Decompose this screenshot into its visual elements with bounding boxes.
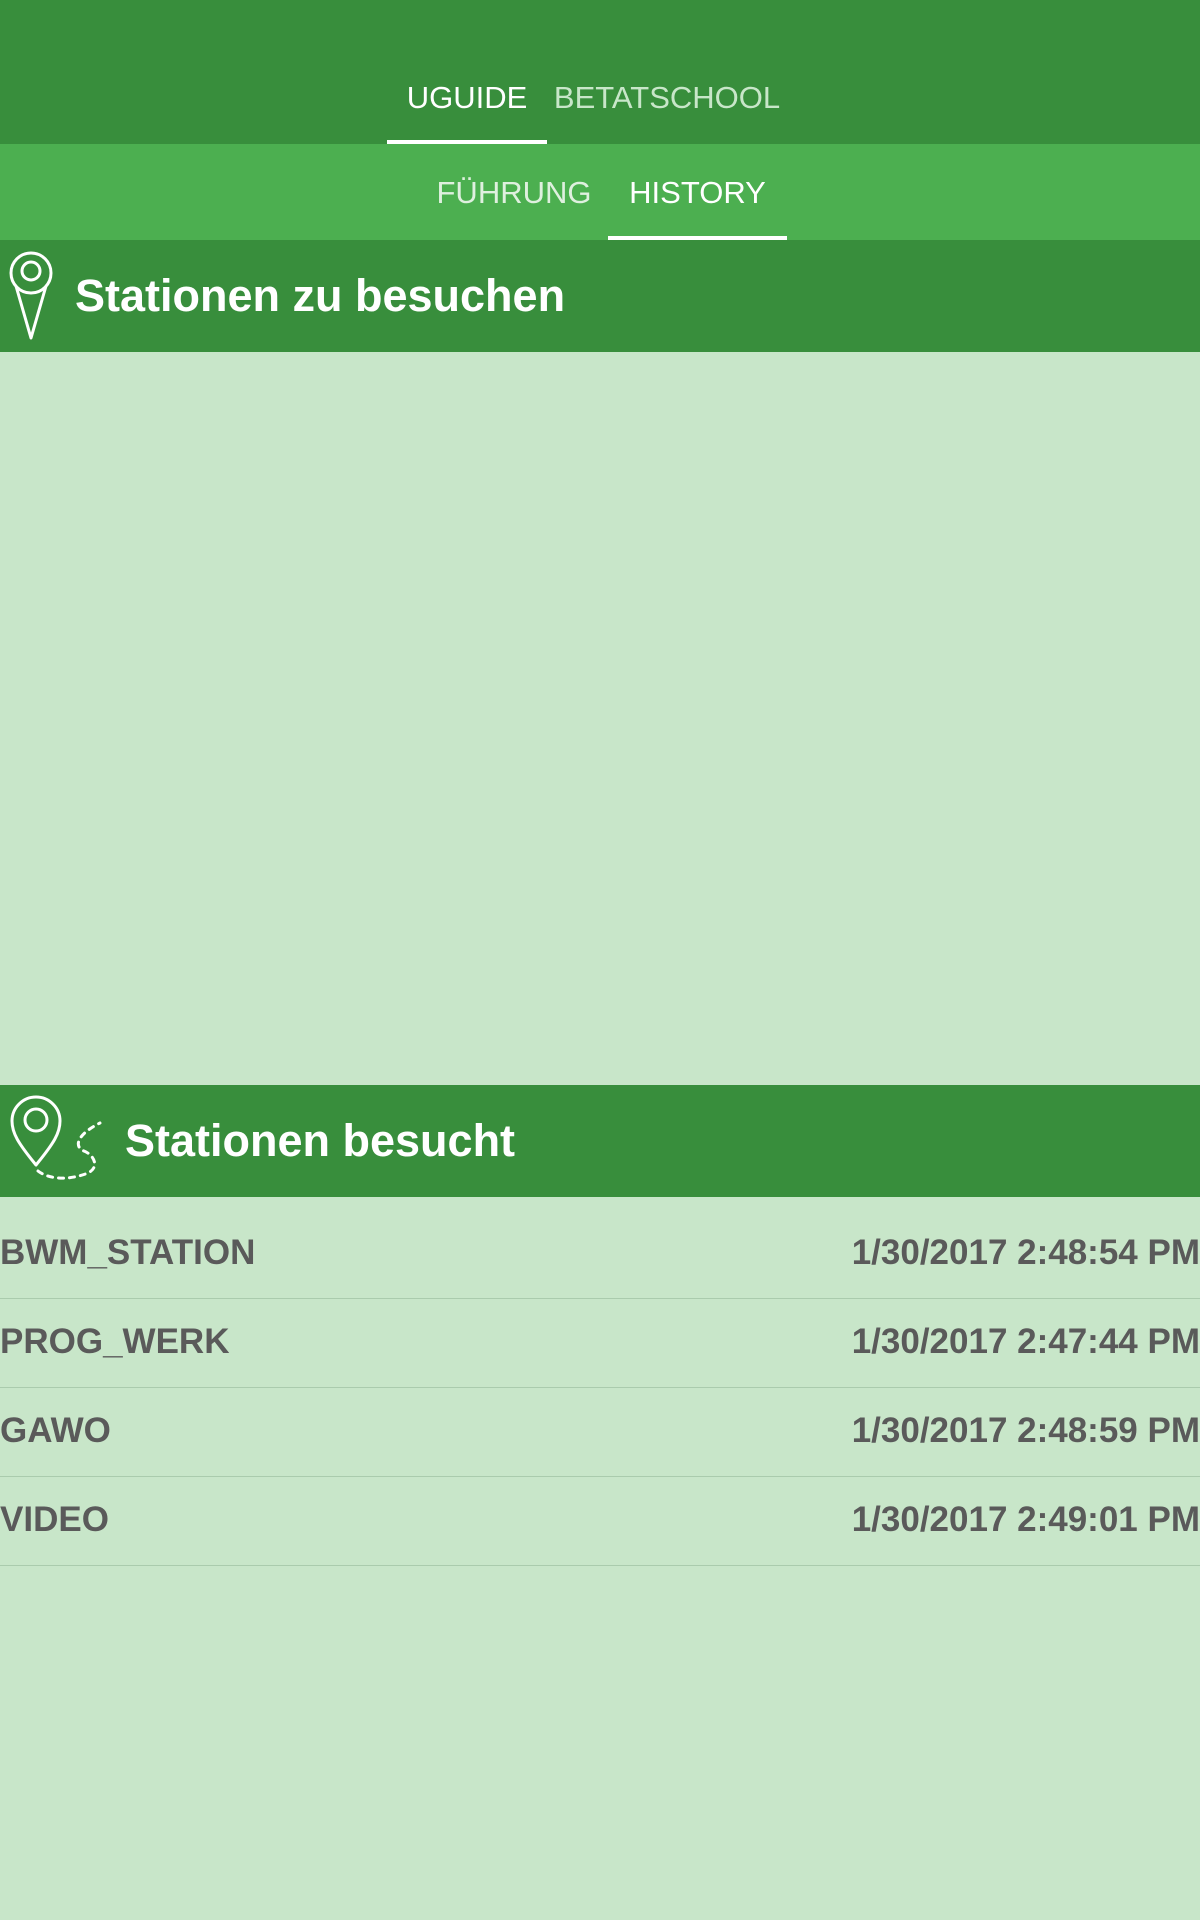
station-name: VIDEO — [0, 1500, 109, 1539]
visit-timestamp: 1/30/2017 2:48:54 PM — [851, 1233, 1200, 1272]
visit-timestamp: 1/30/2017 2:47:44 PM — [851, 1322, 1200, 1361]
tab-betatschool-label: BETATSCHOOL — [553, 80, 781, 115]
list-item[interactable]: PROG_WERK 1/30/2017 2:47:44 PM — [0, 1299, 1200, 1388]
sub-tab-bar: FÜHRUNG HISTORY — [0, 144, 1200, 240]
station-name: GAWO — [0, 1411, 111, 1450]
tab-uguide-label: UGUIDE — [406, 80, 528, 115]
tab-history-label: HISTORY — [629, 175, 766, 210]
tab-fuehrung-label: FÜHRUNG — [436, 175, 592, 210]
visit-timestamp: 1/30/2017 2:49:01 PM — [851, 1500, 1200, 1539]
visited-title: Stationen besucht — [125, 1115, 516, 1166]
app-tab-bar: UGUIDE BETATSCHOOL — [0, 0, 1200, 144]
tab-history[interactable]: HISTORY — [608, 173, 787, 240]
list-item[interactable]: VIDEO 1/30/2017 2:49:01 PM — [0, 1477, 1200, 1566]
station-name: BWM_STATION — [0, 1233, 256, 1272]
visit-timestamp: 1/30/2017 2:48:59 PM — [851, 1411, 1200, 1450]
station-name: PROG_WERK — [0, 1322, 230, 1361]
to-visit-list — [0, 352, 1200, 1085]
tab-uguide[interactable]: UGUIDE — [387, 78, 547, 144]
visited-header: Stationen besucht — [0, 1085, 1200, 1197]
tab-fuehrung[interactable]: FÜHRUNG — [420, 173, 608, 240]
route-pin-icon — [10, 1095, 102, 1180]
list-item[interactable]: BWM_STATION 1/30/2017 2:48:54 PM — [0, 1210, 1200, 1299]
to-visit-title: Stationen zu besuchen — [75, 270, 566, 321]
map-pin-icon — [9, 251, 53, 340]
list-item[interactable]: GAWO 1/30/2017 2:48:59 PM — [0, 1388, 1200, 1477]
to-visit-header: Stationen zu besuchen — [0, 240, 1200, 352]
tab-betatschool[interactable]: BETATSCHOOL — [547, 78, 787, 144]
